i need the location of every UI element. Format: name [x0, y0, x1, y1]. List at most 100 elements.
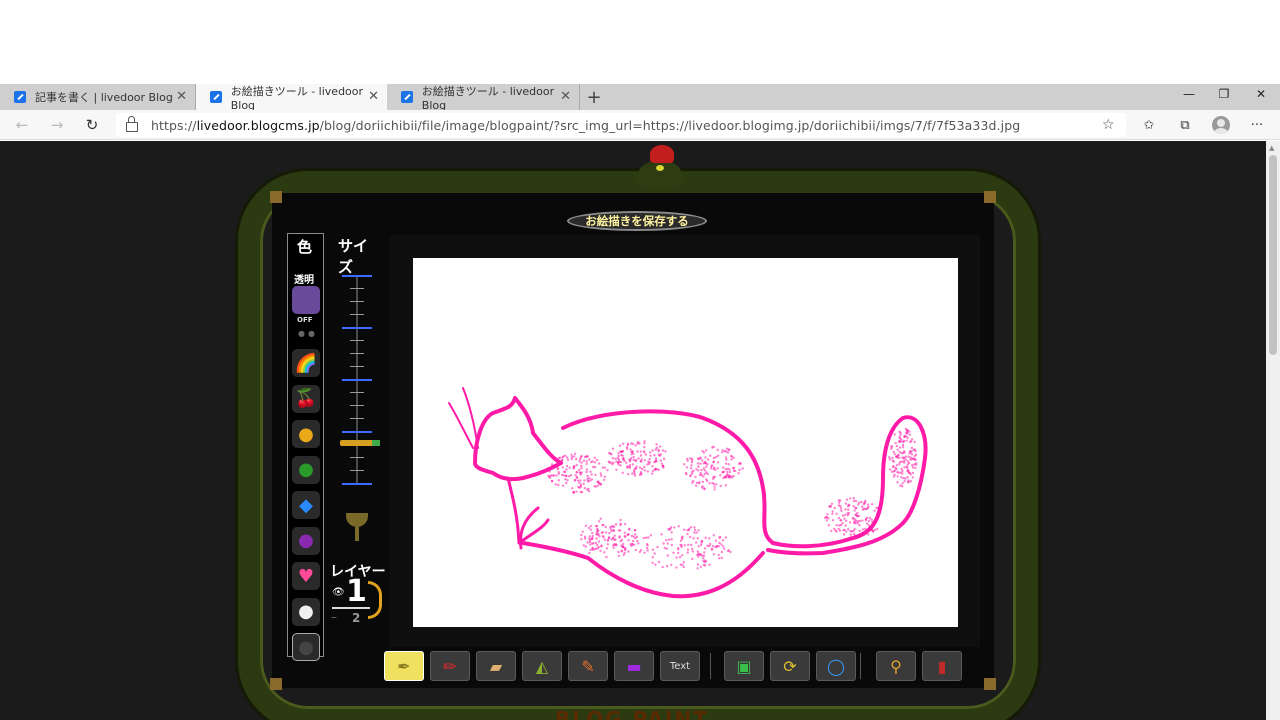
bat-icon[interactable]: ●: [292, 633, 320, 661]
size-tick[interactable]: [350, 457, 364, 458]
crayon-texture-dot: [688, 535, 692, 539]
size-tick[interactable]: [342, 431, 372, 433]
swap-layer-arrow-icon[interactable]: [368, 581, 382, 619]
size-tick[interactable]: [342, 327, 372, 329]
grapes-icon[interactable]: ●: [292, 526, 320, 555]
save-drawing-button[interactable]: お絵描きを保存する: [567, 211, 707, 231]
size-tick[interactable]: [342, 275, 372, 277]
layer-hidden-eye-icon[interactable]: ⌣: [331, 613, 337, 623]
crayon-texture-dot: [663, 546, 666, 550]
size-tick[interactable]: [350, 405, 364, 406]
crayon-texture-dot: [653, 468, 657, 471]
crayon-texture-dot: [830, 529, 833, 533]
size-tick[interactable]: [350, 353, 364, 354]
cream-icon[interactable]: ●: [292, 597, 320, 626]
size-tick[interactable]: [350, 301, 364, 302]
crayon-texture-dot: [706, 544, 709, 547]
tab-write-article[interactable]: 記事を書く | livedoor Blog ✕: [0, 84, 196, 110]
cherry-icon[interactable]: 🍒: [292, 384, 320, 413]
size-tick[interactable]: [350, 470, 364, 471]
crayon-texture-dot: [589, 548, 592, 552]
crayon-texture-dot: [686, 532, 689, 536]
forward-button[interactable]: →: [45, 114, 69, 136]
crayon-texture-dot: [825, 519, 828, 522]
new-tab-button[interactable]: +: [584, 84, 604, 110]
drawing-canvas[interactable]: [413, 258, 958, 627]
crayon-texture-dot: [621, 471, 624, 474]
tab-paint-tool-active[interactable]: お絵描きツール - livedoor Blog ✕: [196, 84, 387, 112]
close-icon[interactable]: ✕: [176, 89, 187, 104]
close-icon[interactable]: ✕: [560, 89, 571, 104]
crayon-texture-dot: [711, 545, 715, 548]
scrollbar-thumb[interactable]: [1269, 155, 1277, 355]
crayon-texture-dot: [700, 539, 704, 543]
restore-button[interactable]: ❐: [1209, 84, 1239, 104]
size-tick[interactable]: [350, 366, 364, 367]
crayon-texture-dot: [575, 471, 578, 474]
crayon-texture-dot: [901, 443, 905, 447]
crayon-texture-dot: [611, 525, 615, 528]
size-tick[interactable]: [350, 418, 364, 419]
crayon-texture-dot: [598, 535, 601, 538]
other-layer-number[interactable]: 2: [352, 611, 360, 625]
crayon-texture-dot: [845, 519, 848, 522]
size-tick[interactable]: [350, 392, 364, 393]
treasure-box-tool[interactable]: ▣: [724, 651, 764, 681]
url-field[interactable]: https://livedoor.blogcms.jp/blog/doriich…: [116, 113, 1126, 137]
favorites-icon[interactable]: ✩: [1140, 116, 1158, 134]
active-layer-number[interactable]: 1: [346, 577, 367, 607]
back-button[interactable]: ←: [10, 114, 34, 136]
goblet-icon[interactable]: [346, 513, 368, 541]
crayon-texture-dot: [599, 472, 602, 475]
crayon-texture-dot: [690, 543, 693, 547]
crayon-texture-dot: [847, 528, 850, 531]
tab-paint-tool[interactable]: お絵描きツール - livedoor Blog ✕: [387, 84, 580, 112]
stamp-tool[interactable]: ▬: [614, 651, 654, 681]
collections-icon[interactable]: ⧉: [1176, 116, 1194, 134]
close-icon[interactable]: ✕: [368, 89, 379, 104]
coin-icon[interactable]: ●: [292, 420, 320, 448]
size-tick[interactable]: [350, 288, 364, 289]
minimize-button[interactable]: —: [1174, 84, 1204, 104]
rainbow-icon[interactable]: 🌈: [292, 349, 320, 377]
crayon-texture-dot: [592, 542, 595, 545]
favorite-star-icon[interactable]: ☆: [1102, 117, 1115, 133]
size-tick[interactable]: [350, 340, 364, 341]
mirror-tool[interactable]: ◯: [816, 651, 856, 681]
size-tick[interactable]: [350, 314, 364, 315]
crayon-texture-dot: [555, 474, 558, 477]
vertical-scrollbar[interactable]: ▲: [1266, 141, 1280, 720]
window-close-button[interactable]: ✕: [1246, 84, 1276, 104]
crayon-texture-dot: [600, 531, 603, 535]
scroll-up-arrow-icon[interactable]: ▲: [1269, 144, 1274, 152]
refresh-button[interactable]: ↻: [80, 114, 104, 136]
layer-visible-eye-icon[interactable]: 👁: [332, 587, 345, 598]
rotate-tool[interactable]: ⟳: [770, 651, 810, 681]
tree-icon[interactable]: ●: [292, 455, 320, 484]
size-tick[interactable]: [342, 379, 372, 381]
more-menu-icon[interactable]: ···: [1248, 116, 1266, 134]
eraser-tool[interactable]: ▰: [476, 651, 516, 681]
crayon-texture-dot: [660, 533, 663, 536]
pencil-tool[interactable]: ✏: [430, 651, 470, 681]
crayon-texture-dot: [565, 481, 568, 485]
book-tool[interactable]: ▮: [922, 651, 962, 681]
crayon-texture-dot: [893, 433, 896, 436]
transparent-toggle-icon[interactable]: [292, 286, 320, 314]
fill-tool[interactable]: ◭: [522, 651, 562, 681]
feather-pen-tool[interactable]: ✒: [384, 651, 424, 681]
crayon-texture-dot: [890, 447, 893, 450]
diamond-icon[interactable]: ◆: [292, 491, 320, 519]
text-tool[interactable]: Text: [660, 651, 700, 681]
crayon-texture-dot: [848, 521, 852, 524]
size-tick[interactable]: [342, 483, 372, 485]
crayon-texture-dot: [643, 469, 646, 472]
crayon-texture-dot: [651, 465, 654, 468]
brush-tool[interactable]: ✎: [568, 651, 608, 681]
size-slider-handle-sword-icon[interactable]: [340, 440, 380, 446]
crayon-texture-dot: [723, 475, 726, 479]
magic-wand-tool[interactable]: ⚲: [876, 651, 916, 681]
profile-avatar[interactable]: [1212, 116, 1230, 134]
crayon-texture-dot: [608, 531, 611, 535]
heart-icon[interactable]: ♥: [292, 562, 320, 590]
